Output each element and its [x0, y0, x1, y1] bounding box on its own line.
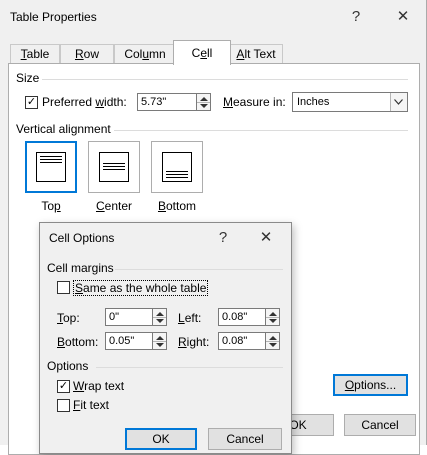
spin-down-icon[interactable] — [156, 343, 164, 347]
spin-down-icon[interactable] — [200, 104, 208, 108]
align-center-icon — [99, 152, 129, 182]
align-top-button[interactable] — [25, 141, 77, 193]
spin-down-icon[interactable] — [269, 319, 277, 323]
align-bottom-icon — [162, 152, 192, 182]
top-margin-input[interactable]: 0" — [105, 308, 153, 326]
left-margin-input[interactable]: 0.08" — [218, 308, 266, 326]
align-top-icon — [36, 152, 66, 182]
help-button[interactable]: ? — [341, 7, 371, 27]
preferred-width-input[interactable]: 5.73" — [137, 93, 197, 111]
top-margin-label: Top: — [57, 311, 80, 325]
align-bottom-button[interactable] — [151, 141, 203, 193]
preferred-width-label: Preferred width: — [42, 95, 127, 109]
size-section-label: Size — [16, 71, 40, 85]
align-bottom-label: Bottom — [157, 199, 197, 213]
align-center-label: Center — [95, 199, 133, 213]
cell-options-dialog: Cell Options ? ✕ Cell margins Same as th… — [39, 222, 292, 454]
wrap-text-checkbox[interactable]: ✓ — [57, 380, 70, 393]
measure-in-select[interactable]: Inches — [292, 92, 408, 112]
spin-up-icon[interactable] — [269, 312, 277, 316]
cell-options-close-button[interactable]: ✕ — [251, 228, 281, 248]
fit-text-checkbox[interactable] — [57, 399, 70, 412]
spin-down-icon[interactable] — [156, 319, 164, 323]
right-margin-spinner[interactable] — [266, 332, 280, 350]
tab-cell[interactable]: Cell — [173, 40, 231, 65]
preferred-width-checkbox[interactable]: ✓ — [25, 96, 38, 109]
same-as-whole-table-checkbox[interactable] — [57, 281, 70, 294]
right-margin-input[interactable]: 0.08" — [218, 332, 266, 350]
options-section-label: Options — [47, 359, 89, 373]
top-margin-spinner[interactable] — [153, 308, 167, 326]
align-center-button[interactable] — [88, 141, 140, 193]
measure-in-label: Measure in: — [223, 95, 286, 109]
align-top-label: Top — [41, 199, 61, 213]
spin-down-icon[interactable] — [269, 343, 277, 347]
tab-alt-text[interactable]: Alt Text — [229, 44, 283, 64]
tab-table[interactable]: Table — [10, 44, 60, 64]
cell-margins-label: Cell margins — [47, 261, 114, 275]
cell-options-ok-button[interactable]: OK — [125, 428, 197, 450]
spin-up-icon[interactable] — [156, 336, 164, 340]
cell-margins-separator — [115, 269, 283, 270]
options-button[interactable]: Options... — [333, 374, 408, 396]
tab-column[interactable]: Column — [114, 44, 176, 64]
cell-options-help-button[interactable]: ? — [208, 228, 238, 248]
cell-options-title: Cell Options — [49, 231, 115, 245]
spin-up-icon[interactable] — [269, 336, 277, 340]
same-as-whole-table-label: Same as the whole table — [73, 280, 209, 296]
left-margin-spinner[interactable] — [266, 308, 280, 326]
tab-row[interactable]: Row — [60, 44, 114, 64]
size-separator — [42, 79, 408, 80]
left-margin-label: Left: — [178, 311, 202, 325]
wrap-text-label: Wrap text — [73, 379, 125, 393]
vertical-alignment-separator — [114, 130, 408, 131]
fit-text-label: Fit text — [73, 398, 110, 412]
spin-up-icon[interactable] — [156, 312, 164, 316]
bottom-margin-input[interactable]: 0.05" — [105, 332, 153, 350]
chevron-down-icon[interactable] — [390, 93, 407, 111]
preferred-width-spinner[interactable] — [197, 93, 211, 111]
bottom-margin-label: Bottom: — [57, 335, 99, 349]
dialog-title: Table Properties — [10, 10, 97, 24]
spin-up-icon[interactable] — [200, 97, 208, 101]
cell-options-cancel-button[interactable]: Cancel — [208, 428, 282, 450]
cancel-button[interactable]: Cancel — [344, 414, 416, 436]
close-button[interactable]: ✕ — [388, 7, 418, 27]
options-separator — [96, 367, 283, 368]
vertical-alignment-label: Vertical alignment — [16, 122, 111, 136]
right-margin-label: Right: — [178, 335, 210, 349]
bottom-margin-spinner[interactable] — [153, 332, 167, 350]
